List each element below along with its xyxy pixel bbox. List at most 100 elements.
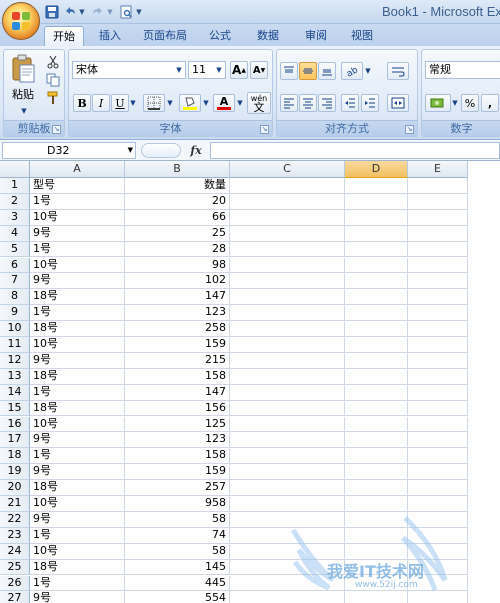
cell-d-row[interactable] xyxy=(345,575,408,592)
row-header[interactable]: 25 xyxy=(0,559,30,576)
cell-a-row[interactable]: 9号 xyxy=(30,464,125,481)
cell-e-row[interactable] xyxy=(408,543,468,560)
cell-e-row[interactable] xyxy=(408,575,468,592)
redo-dropdown-icon[interactable]: ▼ xyxy=(106,4,114,20)
number-format-select[interactable]: 常规 xyxy=(425,61,500,79)
font-name-select[interactable]: 宋体 ▼ xyxy=(72,61,186,79)
tab-view[interactable]: 视图 xyxy=(342,26,382,46)
cell-d-row[interactable] xyxy=(345,527,408,544)
cell-c-row[interactable] xyxy=(230,464,345,481)
select-all-corner[interactable] xyxy=(0,161,30,178)
italic-button[interactable]: I xyxy=(92,94,110,112)
cell-a-row[interactable]: 18号 xyxy=(30,559,125,576)
cell-b-row[interactable]: 257 xyxy=(125,480,230,496)
cell-e-row[interactable] xyxy=(408,368,468,385)
cell-b-row[interactable]: 159 xyxy=(125,337,230,353)
print-preview-icon[interactable] xyxy=(118,4,134,20)
cell-d-row[interactable] xyxy=(345,209,408,226)
cell-a-row[interactable]: 1号 xyxy=(30,575,125,592)
cell-d-row[interactable] xyxy=(345,337,408,353)
row-header[interactable]: 10 xyxy=(0,321,30,337)
redo-icon[interactable] xyxy=(90,4,106,20)
cell-d-row[interactable] xyxy=(345,289,408,306)
cell-a-row[interactable]: 9号 xyxy=(30,591,125,603)
row-header[interactable]: 3 xyxy=(0,209,30,226)
tab-insert[interactable]: 插入 xyxy=(90,26,130,46)
undo-icon[interactable] xyxy=(62,4,78,20)
cell-c-row[interactable] xyxy=(230,368,345,385)
cell-d-row[interactable] xyxy=(345,273,408,290)
cell-d-row[interactable] xyxy=(345,480,408,496)
cell-e-row[interactable] xyxy=(408,559,468,576)
cell-c-row[interactable] xyxy=(230,400,345,417)
cell-d-row[interactable] xyxy=(345,559,408,576)
cell-e-row[interactable] xyxy=(408,480,468,496)
cell-e-row[interactable] xyxy=(408,352,468,369)
cell-b-row[interactable]: 123 xyxy=(125,432,230,449)
cell-b-row[interactable]: 58 xyxy=(125,543,230,560)
row-header[interactable]: 17 xyxy=(0,432,30,449)
cut-icon[interactable] xyxy=(44,54,62,70)
cell-b-row[interactable]: 215 xyxy=(125,352,230,369)
cell-a-row[interactable]: 10号 xyxy=(30,209,125,226)
row-header[interactable]: 1 xyxy=(0,178,30,194)
cell-a-row[interactable]: 9号 xyxy=(30,225,125,242)
cell-b-row[interactable]: 66 xyxy=(125,209,230,226)
cell-e-row[interactable] xyxy=(408,464,468,481)
cell-a-row[interactable]: 1号 xyxy=(30,384,125,401)
cell-e-row[interactable] xyxy=(408,448,468,465)
cell-a-row[interactable]: 1号 xyxy=(30,193,125,210)
column-header-d[interactable]: D xyxy=(345,161,408,178)
cell-d-row[interactable] xyxy=(345,305,408,322)
bold-button[interactable]: B xyxy=(73,94,91,112)
cell-a-row[interactable]: 18号 xyxy=(30,480,125,496)
cell-c-row[interactable] xyxy=(230,591,345,603)
row-header[interactable]: 9 xyxy=(0,305,30,322)
cell-d-row[interactable] xyxy=(345,241,408,258)
cell-d-row[interactable] xyxy=(345,352,408,369)
borders-button[interactable] xyxy=(143,94,165,112)
row-header[interactable]: 11 xyxy=(0,337,30,353)
cell-c-row[interactable] xyxy=(230,273,345,290)
cell-d-row[interactable] xyxy=(345,591,408,603)
cell-e-row[interactable] xyxy=(408,432,468,449)
row-header[interactable]: 5 xyxy=(0,241,30,258)
row-header[interactable]: 6 xyxy=(0,257,30,274)
cell-e-row[interactable] xyxy=(408,384,468,401)
worksheet-grid[interactable]: ABCDE 1 型号 数量 2 1号 20 3 10号 66 4 9号 25 5 1号 28 6 10号 98 7 9… xyxy=(0,161,500,603)
row-header[interactable]: 4 xyxy=(0,225,30,242)
cell-e-row[interactable] xyxy=(408,257,468,274)
cell-c-row[interactable] xyxy=(230,496,345,512)
row-header[interactable]: 26 xyxy=(0,575,30,592)
row-header[interactable]: 27 xyxy=(0,591,30,603)
cell-a-row[interactable]: 1号 xyxy=(30,448,125,465)
row-header[interactable]: 24 xyxy=(0,543,30,560)
cell-a-row[interactable]: 10号 xyxy=(30,543,125,560)
cell-b-row[interactable]: 58 xyxy=(125,511,230,528)
cell-e-row[interactable] xyxy=(408,321,468,337)
cell-d-row[interactable] xyxy=(345,193,408,210)
cell-d-row[interactable] xyxy=(345,432,408,449)
cell-a-row[interactable]: 10号 xyxy=(30,257,125,274)
cell-c-row[interactable] xyxy=(230,448,345,465)
column-header-b[interactable]: B xyxy=(125,161,230,178)
cell-b-row[interactable]: 74 xyxy=(125,527,230,544)
cell-e-row[interactable] xyxy=(408,289,468,306)
cell-c-row[interactable] xyxy=(230,416,345,433)
cell-e-row[interactable] xyxy=(408,400,468,417)
cell-d-row[interactable] xyxy=(345,400,408,417)
phonetic-button[interactable]: wén 文 xyxy=(247,92,271,114)
percent-button[interactable]: % xyxy=(461,94,479,112)
cell-b-row[interactable]: 158 xyxy=(125,368,230,385)
underline-button[interactable]: U xyxy=(111,94,129,112)
cell-d-row[interactable] xyxy=(345,321,408,337)
cell-d-row[interactable] xyxy=(345,448,408,465)
clipboard-launcher-icon[interactable]: ↘ xyxy=(52,125,61,134)
column-header-e[interactable]: E xyxy=(408,161,468,178)
cell-b-row[interactable]: 20 xyxy=(125,193,230,210)
cell-a-row[interactable]: 型号 xyxy=(30,178,125,194)
cell-c-row[interactable] xyxy=(230,511,345,528)
formula-input[interactable] xyxy=(210,142,500,159)
font-color-dropdown-icon[interactable]: ▼ xyxy=(236,98,244,108)
cell-d-row[interactable] xyxy=(345,368,408,385)
